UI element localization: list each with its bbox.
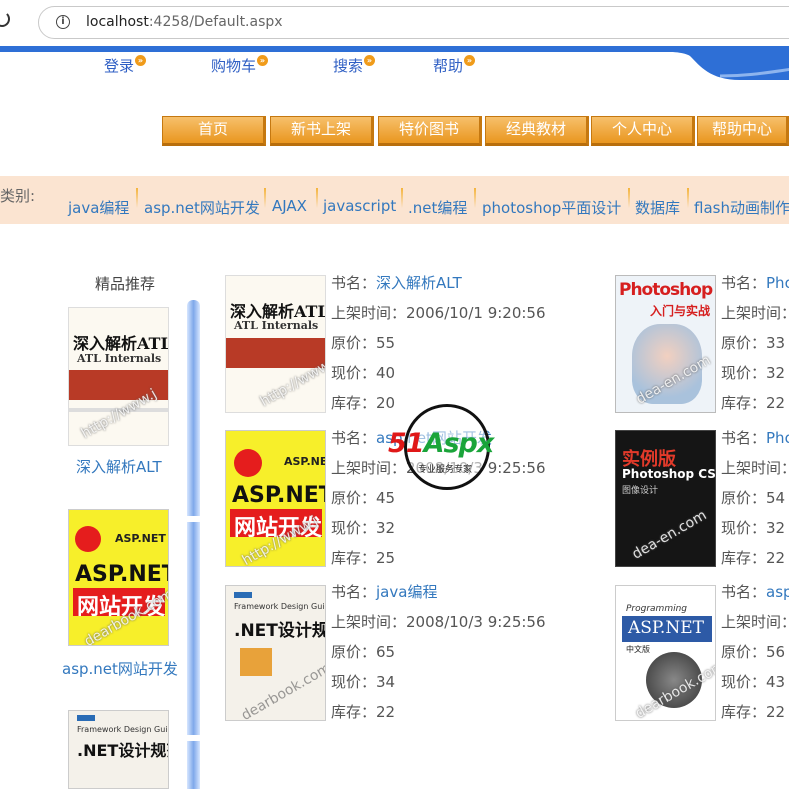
sidebar-cover-aspnet[interactable]: ASP.NET ASP.NET 网站开发 dearbook.com — [68, 509, 169, 646]
category-dotnet[interactable]: .net编程 — [408, 197, 467, 218]
url-text[interactable]: localhost:4258/Default.aspx — [86, 14, 283, 30]
book-title-link[interactable]: asp — [766, 583, 789, 601]
double-arrow-icon: » — [464, 55, 476, 66]
site-logo-tagline: 专业服务专家 — [418, 465, 473, 475]
top-link-login[interactable]: 登录» — [104, 55, 147, 76]
book-info-5: 书名：Pho 上架时间： 原价：54 现价：32 库存：22 — [721, 423, 789, 573]
book-title-link[interactable]: 深入解析ALT — [376, 274, 462, 292]
category-separator — [687, 188, 689, 208]
book-cover-net[interactable]: Framework Design Guidelines .NET设计规范 dea… — [225, 585, 326, 721]
book-title-link[interactable]: Pho — [766, 274, 789, 292]
double-arrow-icon: » — [135, 55, 147, 66]
category-separator — [401, 188, 403, 208]
category-separator — [316, 188, 318, 208]
book-cover-photoshop-dark[interactable]: 实例版 Photoshop CS2 图像设计 dea-en.com — [615, 430, 716, 567]
top-link-cart[interactable]: 购物车» — [211, 55, 269, 76]
book-title-link[interactable]: Pho — [766, 429, 789, 447]
tab-personal-center[interactable]: 个人中心 — [591, 116, 695, 146]
book-cover-aspnet[interactable]: ASP.NET ASP.NET 网站开发 http://www.j — [225, 430, 326, 567]
book-cover-photoshop[interactable]: Photoshop CS2 入门与实战 dea-en.com — [615, 275, 716, 413]
book-cover-atl[interactable]: 深入解析ATL ATL Internals http://www.j — [225, 275, 326, 413]
double-arrow-icon: » — [364, 55, 376, 66]
category-ajax[interactable]: AJAX — [272, 197, 307, 215]
vertical-scrollbar[interactable] — [187, 300, 200, 789]
sidebar-cover-net[interactable]: Framework Design Guidelines .NET设计规范 — [68, 710, 169, 789]
book-info-3: 书名：java编程 上架时间：2008/10/3 9:25:56 原价：65 现… — [331, 583, 546, 721]
book-info-1: 书名：深入解析ALT 上架时间：2006/10/1 9:20:56 原价：55 … — [331, 274, 546, 412]
category-separator — [264, 188, 266, 208]
sidebar-book-name[interactable]: asp.net网站开发 — [62, 658, 178, 679]
double-arrow-icon: » — [257, 55, 269, 66]
category-database[interactable]: 数据库 — [635, 197, 680, 218]
category-label: 类别: — [0, 187, 36, 205]
site-info-icon[interactable]: i — [56, 15, 70, 29]
book-cover-programming-aspnet[interactable]: Programming ASP.NET 中文版 dearbook.com — [615, 585, 716, 721]
scrollbar-gap — [187, 735, 200, 741]
header-curve — [600, 46, 789, 80]
category-separator — [474, 188, 476, 208]
tab-new-books[interactable]: 新书上架 — [270, 116, 374, 146]
category-javascript[interactable]: javascript — [323, 197, 396, 215]
category-flash[interactable]: flash动画制作 — [694, 197, 789, 218]
site-logo: 51Aspx — [388, 428, 494, 459]
tab-help-center[interactable]: 帮助中心 — [697, 116, 789, 146]
category-java[interactable]: java编程 — [68, 197, 129, 218]
sidebar-cover-atl[interactable]: 深入解析ATL ATL Internals http://www.j — [68, 307, 169, 446]
book-title-link[interactable]: java编程 — [376, 583, 437, 601]
sidebar-book-name[interactable]: 深入解析ALT — [76, 456, 162, 477]
scrollbar-gap — [187, 516, 200, 522]
tab-special-price[interactable]: 特价图书 — [378, 116, 482, 146]
sidebar-title: 精品推荐 — [95, 275, 156, 293]
tab-textbooks[interactable]: 经典教材 — [485, 116, 589, 146]
category-aspnet[interactable]: asp.net网站开发 — [144, 197, 260, 218]
top-link-search[interactable]: 搜索» — [333, 55, 376, 76]
category-photoshop[interactable]: photoshop平面设计 — [482, 197, 621, 218]
category-separator — [136, 188, 138, 208]
top-link-help[interactable]: 帮助» — [433, 55, 476, 76]
tab-home[interactable]: 首页 — [162, 116, 266, 146]
category-separator — [628, 188, 630, 208]
book-info-6: 书名：asp 上架时间： 原价：56 现价：43 库存：22 — [721, 577, 789, 727]
book-info-4: 书名：Pho 上架时间： 原价：33 现价：32 库存：22 — [721, 268, 789, 418]
